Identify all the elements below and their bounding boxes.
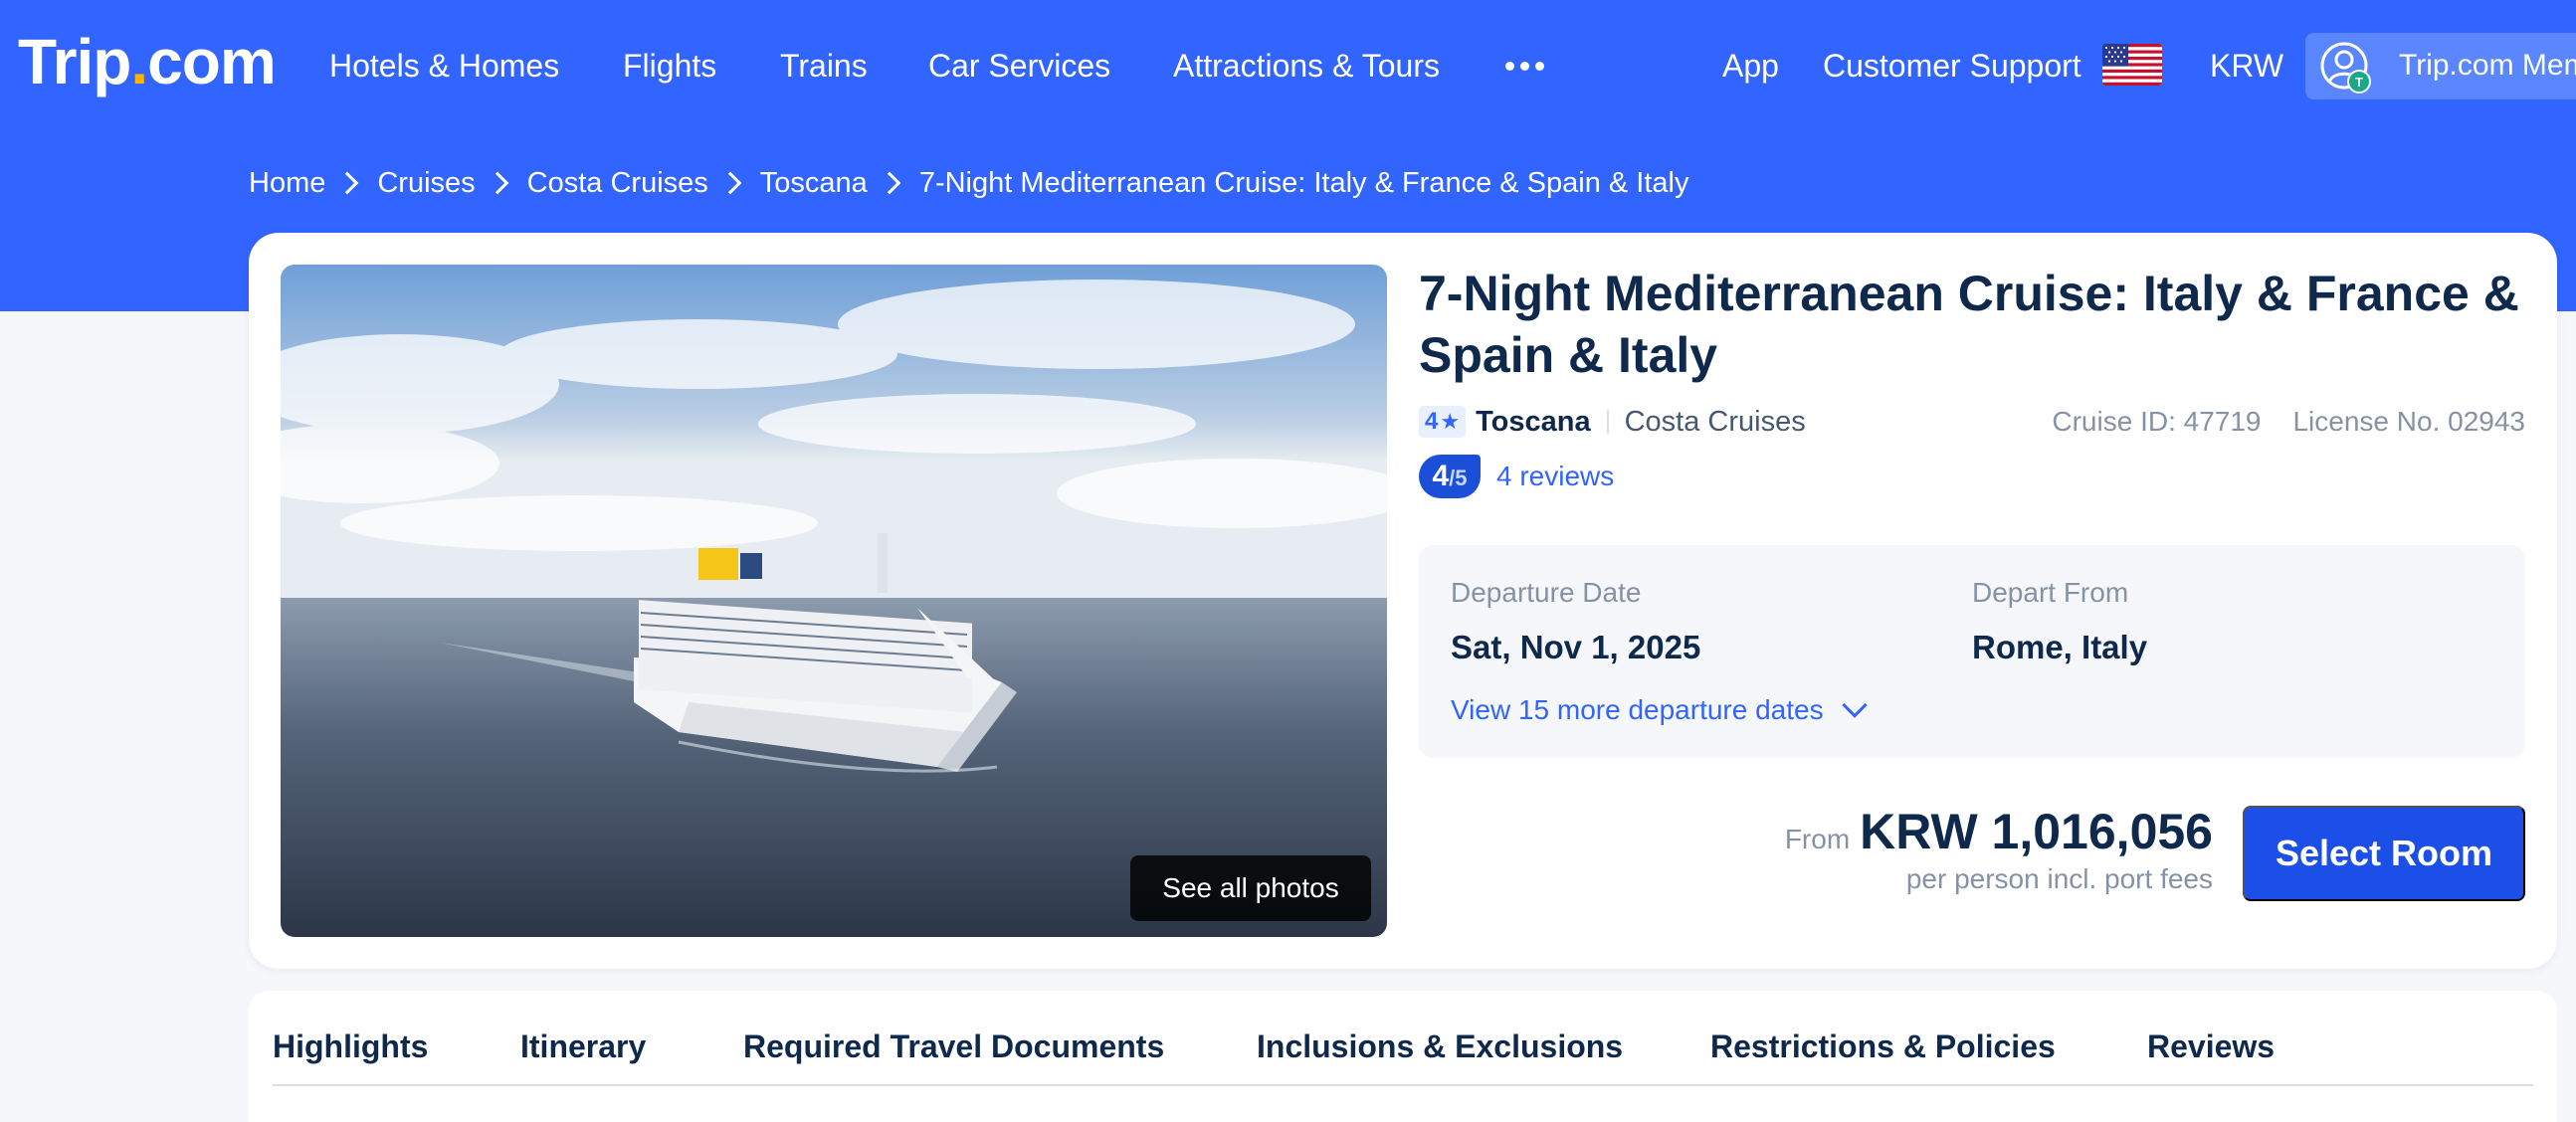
more-dots-icon[interactable] <box>1505 62 1545 72</box>
tab-itinerary[interactable]: Itinerary <box>520 1027 646 1066</box>
tab-highlights[interactable]: Highlights <box>273 1027 428 1066</box>
nav-app[interactable]: App <box>1722 42 1779 90</box>
chevron-down-icon <box>1841 692 1868 718</box>
nav-customer-support[interactable]: Customer Support <box>1823 42 2081 90</box>
cruise-ship-photo[interactable]: See all photos <box>281 265 1387 937</box>
depart-from-label: Depart From <box>1972 577 2129 608</box>
breadcrumb: Home Cruises Costa Cruises Toscana 7-Nig… <box>249 159 1689 207</box>
nav-car-services[interactable]: Car Services <box>928 42 1110 90</box>
top-navigation: Trip.com Hotels & Homes Flights Trains C… <box>0 0 2576 131</box>
star-rating-badge: 4 ★ <box>1419 406 1467 438</box>
us-flag-icon[interactable] <box>2102 44 2162 86</box>
breadcrumb-costa-cruises[interactable]: Costa Cruises <box>527 167 708 200</box>
star-icon: ★ <box>1440 409 1461 434</box>
view-more-dates-link[interactable]: View 15 more departure dates <box>1451 692 1868 726</box>
reviews-link[interactable]: 4 reviews <box>1496 461 1614 492</box>
tab-divider <box>273 1084 2533 1086</box>
price-from-label: From <box>1784 824 1851 854</box>
breadcrumb-current: 7-Night Mediterranean Cruise: Italy & Fr… <box>918 166 1689 199</box>
svg-text:T: T <box>2355 75 2363 90</box>
nav-flights[interactable]: Flights <box>623 42 716 90</box>
select-room-button[interactable]: Select Room <box>2243 806 2525 901</box>
departure-date-label: Departure Date <box>1451 577 1642 608</box>
departure-date-value: Sat, Nov 1, 2025 <box>1451 629 1701 665</box>
depart-from-value: Rome, Italy <box>1972 629 2148 665</box>
tab-restrictions-policies[interactable]: Restrictions & Policies <box>1710 1027 2056 1066</box>
user-avatar-icon: T <box>2319 41 2373 94</box>
breadcrumb-home[interactable]: Home <box>249 167 325 200</box>
cruise-identifiers: Cruise ID: 47719 License No. 02943 <box>2052 400 2525 444</box>
nav-hotels-homes[interactable]: Hotels & Homes <box>329 42 559 90</box>
ship-meta: 4 ★ Toscana Costa Cruises <box>1419 400 1806 444</box>
depart-from-section: Depart From Rome, Italy <box>1972 575 2147 668</box>
price-block: From KRW 1,016,056 per person incl. port… <box>1785 802 2213 897</box>
rating-row: 4/5 4 reviews <box>1419 454 1614 499</box>
trip-logo[interactable]: Trip.com <box>18 24 277 99</box>
tab-inclusions-exclusions[interactable]: Inclusions & Exclusions <box>1257 1027 1623 1066</box>
price-note: per person incl. port fees <box>1905 863 2213 894</box>
license-number: License No. 02943 <box>2292 406 2525 437</box>
member-login-button[interactable]: T Trip.com Member <box>2305 33 2576 99</box>
breadcrumb-cruises[interactable]: Cruises <box>377 167 475 200</box>
nav-trains[interactable]: Trains <box>780 42 868 90</box>
cruise-id: Cruise ID: 47719 <box>2052 406 2262 437</box>
chevron-right-icon <box>336 171 359 195</box>
price-amount: KRW 1,016,056 <box>1860 804 2213 859</box>
breadcrumb-toscana[interactable]: Toscana <box>760 167 868 200</box>
ship-name: Toscana <box>1476 405 1591 438</box>
tab-required-travel-documents[interactable]: Required Travel Documents <box>743 1027 1164 1066</box>
departure-info-box: Departure Date Sat, Nov 1, 2025 Depart F… <box>1419 545 2525 758</box>
divider <box>1606 410 1609 434</box>
cruise-title: 7-Night Mediterranean Cruise: Italy & Fr… <box>1419 266 2519 383</box>
cruise-line-name: Costa Cruises <box>1624 405 1806 438</box>
nav-attractions-tours[interactable]: Attractions & Tours <box>1173 42 1440 90</box>
chevron-right-icon <box>486 171 508 195</box>
review-score-badge: 4/5 <box>1419 455 1481 498</box>
see-all-photos-button[interactable]: See all photos <box>1130 855 1371 921</box>
cruise-summary-card: See all photos 7-Night Mediterranean Cru… <box>249 233 2557 969</box>
currency-selector[interactable]: KRW <box>2210 42 2283 90</box>
section-tabs: Highlights Itinerary Required Travel Doc… <box>249 991 2557 1122</box>
departure-date-section: Departure Date Sat, Nov 1, 2025 <box>1451 575 1700 668</box>
chevron-right-icon <box>878 171 901 195</box>
chevron-right-icon <box>718 171 742 195</box>
tab-reviews[interactable]: Reviews <box>2147 1027 2275 1066</box>
